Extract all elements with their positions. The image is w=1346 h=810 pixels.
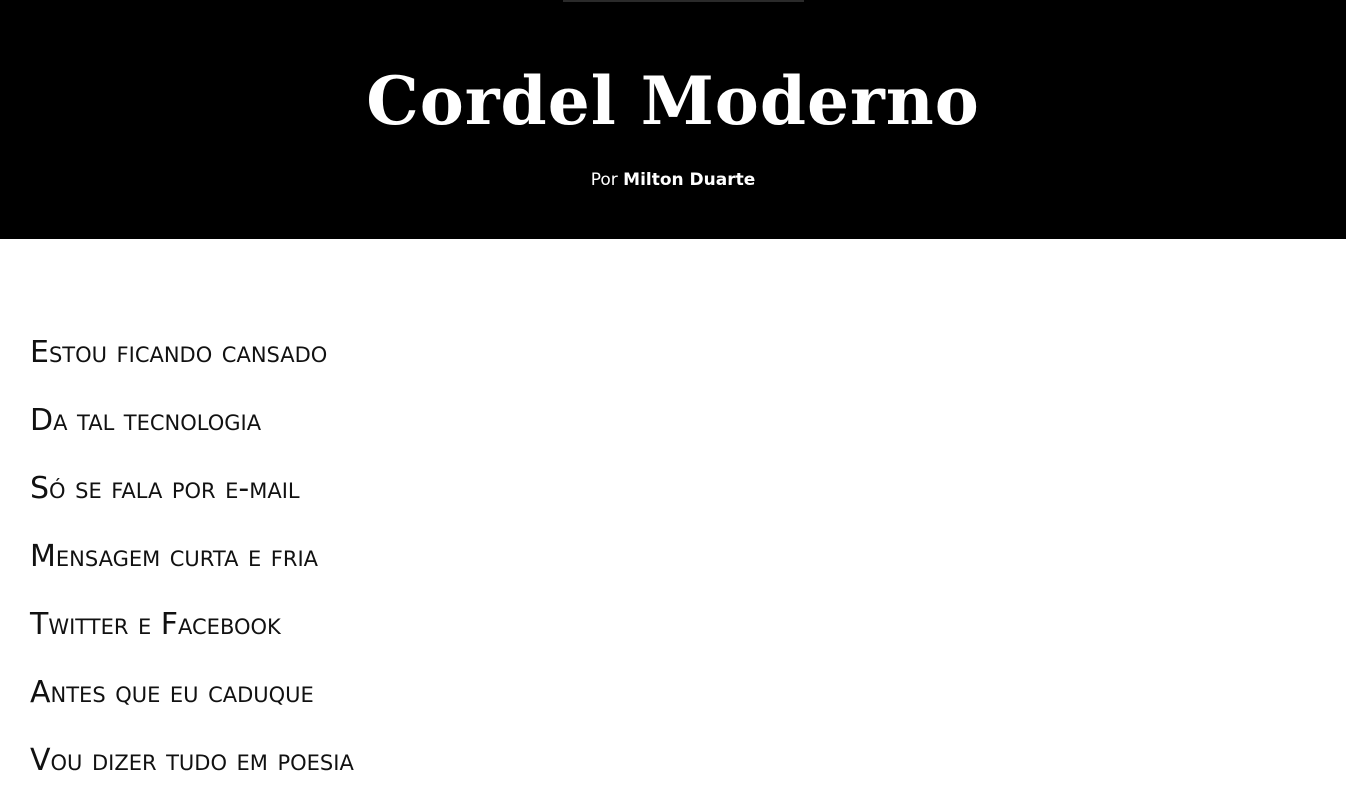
top-divider	[563, 0, 804, 2]
page-header: Cordel Moderno Por Milton Duarte	[0, 0, 1346, 239]
poem-verse: Vou dizer tudo em poesia	[30, 743, 354, 778]
poem-verse: Antes que eu caduque	[30, 675, 314, 710]
poem-verse: Mensagem curta e fria	[30, 539, 319, 574]
author-name: Milton Duarte	[623, 170, 756, 190]
poem-verse: Da tal tecnologia	[30, 403, 262, 438]
poem-body: Estou ficando cansado Da tal tecnologia …	[30, 334, 1230, 810]
poem-verse: Twitter e Facebook	[30, 607, 281, 642]
poem-verse: Só se fala por e-mail	[30, 471, 300, 506]
poem-verse: Estou ficando cansado	[30, 335, 328, 370]
byline-prefix: Por	[590, 170, 618, 190]
page-title: Cordel Moderno	[366, 62, 980, 140]
byline: Por Milton Duarte	[0, 168, 1346, 192]
